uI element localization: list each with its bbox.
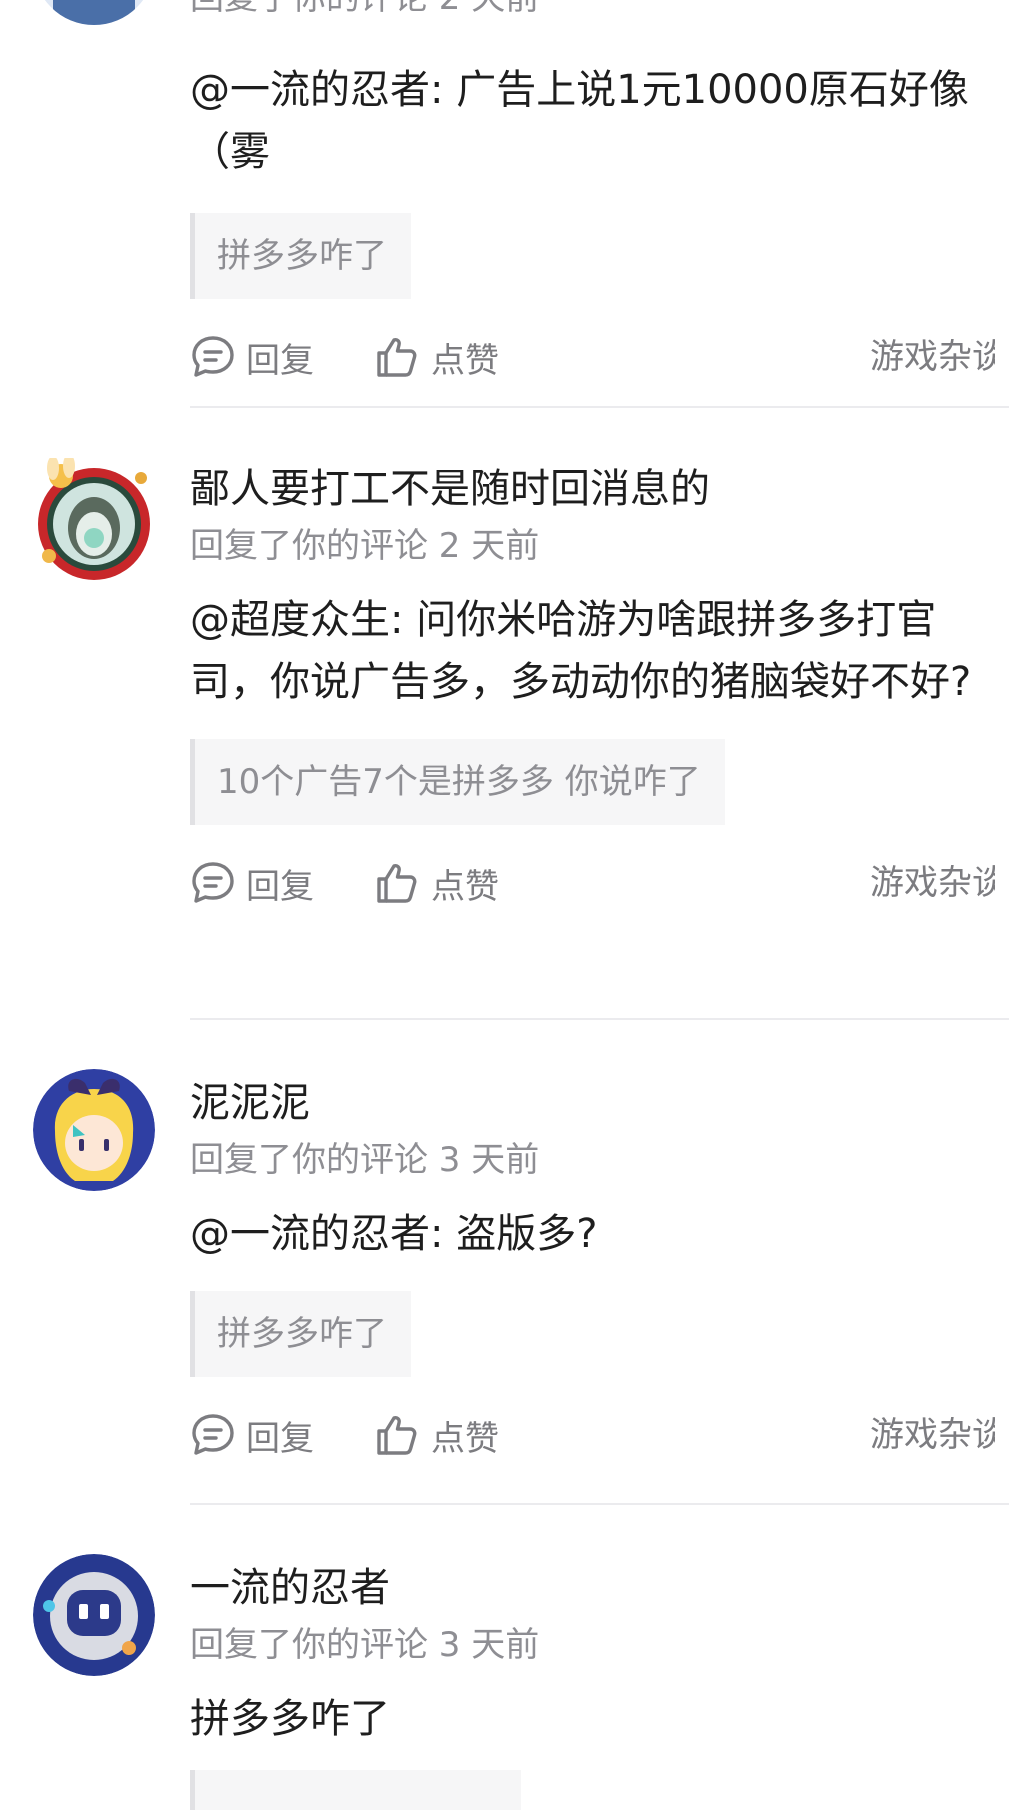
user-avatar[interactable] xyxy=(33,1069,155,1191)
like-button[interactable]: 点赞 xyxy=(375,327,499,387)
username[interactable]: 鄙人要打工不是随时回消息的 xyxy=(190,465,995,513)
reply-text[interactable]: 拼多多咋了 xyxy=(190,1688,995,1750)
reply-label: 回复 xyxy=(246,1418,314,1459)
reply-button[interactable]: 回复 xyxy=(190,1405,314,1465)
action-bar: 回复 点赞 游戏杂谈 xyxy=(190,1405,995,1465)
action-bar: 回复 点赞 游戏杂谈 xyxy=(190,853,995,913)
topic-tag[interactable]: 游戏杂谈 xyxy=(870,327,995,387)
like-label: 点赞 xyxy=(431,340,499,381)
comment-bubble-icon xyxy=(192,1414,234,1455)
quoted-comment[interactable]: 拼多多咋了 xyxy=(190,213,411,299)
user-avatar[interactable] xyxy=(33,458,155,580)
comment-bubble-icon xyxy=(192,862,234,903)
reply-meta: 回复了你的评论 2 天前 xyxy=(190,526,540,566)
quoted-comment[interactable]: 10个广告7个是拼多多 你说咋了 xyxy=(190,739,725,825)
like-button[interactable]: 点赞 xyxy=(375,853,499,913)
reply-text[interactable]: @一流的忍者: 广告上说1元10000原石好像（雾 xyxy=(190,59,995,183)
reply-text[interactable]: @一流的忍者: 盗版多? xyxy=(190,1203,995,1265)
comment-bubble-icon xyxy=(192,336,234,377)
user-avatar[interactable] xyxy=(33,1554,155,1676)
thumbs-up-icon xyxy=(377,864,417,903)
topic-tag[interactable]: 游戏杂谈 xyxy=(870,1405,995,1465)
thumbs-up-icon xyxy=(377,338,417,377)
reply-meta: 回复了你的评论 2 天前 xyxy=(190,0,995,19)
divider xyxy=(190,1018,1009,1020)
reply-meta: 回复了你的评论 3 天前 xyxy=(190,1625,540,1665)
reply-label: 回复 xyxy=(246,340,314,381)
thumbs-up-icon xyxy=(377,1416,417,1455)
user-avatar[interactable] xyxy=(33,0,155,25)
username[interactable]: 一流的忍者 xyxy=(190,1564,995,1612)
username[interactable]: 泥泥泥 xyxy=(190,1079,995,1127)
action-bar: 回复 点赞 游戏杂谈 xyxy=(190,327,995,387)
divider xyxy=(190,1503,1009,1505)
divider xyxy=(190,406,1009,408)
reply-meta: 回复了你的评论 3 天前 xyxy=(190,1140,540,1180)
like-button[interactable]: 点赞 xyxy=(375,1405,499,1465)
reply-text[interactable]: @超度众生: 问你米哈游为啥跟拼多多打官司，你说广告多，多动动你的猪脑袋好不好? xyxy=(190,589,995,713)
reply-button[interactable]: 回复 xyxy=(190,327,314,387)
notification-feed: 回复了你的评论 2 天前 @一流的忍者: 广告上说1元10000原石好像（雾 拼… xyxy=(0,0,1009,1810)
reply-label: 回复 xyxy=(246,866,314,907)
topic-tag[interactable]: 游戏杂谈 xyxy=(870,853,995,913)
quoted-comment[interactable] xyxy=(190,1770,521,1810)
like-label: 点赞 xyxy=(431,866,499,907)
reply-button[interactable]: 回复 xyxy=(190,853,314,913)
quoted-comment[interactable]: 拼多多咋了 xyxy=(190,1291,411,1377)
like-label: 点赞 xyxy=(431,1418,499,1459)
